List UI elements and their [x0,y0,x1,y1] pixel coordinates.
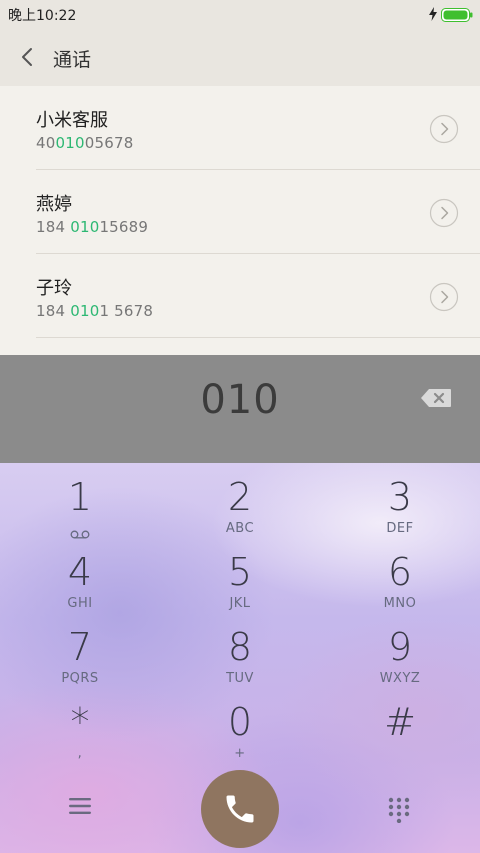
keypad: 1 2 ABC 3 DEF 4 GHI 5 JKL 6 MNO 7 PQRS 8… [0,463,480,853]
contact-number: 184 0101 5678 [36,302,153,320]
chevron-left-icon[interactable] [20,46,34,72]
number-match: 010 [55,134,85,152]
number-match: 010 [70,302,100,320]
key-letters: PQRS [61,671,99,686]
key-digit: 9 [387,625,413,669]
chevron-right-circle-icon[interactable] [429,198,459,232]
dialer-screen: 晚上10:22 通话 小米客服 4001005678 燕婷 184 010156… [0,0,480,853]
contact-name: 燕婷 [36,194,72,215]
key-digit: 6 [387,550,413,594]
dial-input-display: 010 [0,355,480,463]
key-4[interactable]: 4 GHI [0,544,160,618]
lightning-icon [428,6,438,25]
key-digit: 1 [67,475,93,519]
key-digit: 7 [67,625,93,669]
key-digit: 2 [227,475,253,519]
number-match: 010 [70,218,100,236]
key-7[interactable]: 7 PQRS [0,619,160,693]
contact-list: 小米客服 4001005678 燕婷 184 01015689 子玲 184 0… [0,86,480,355]
chevron-right-circle-icon[interactable] [429,114,459,148]
key-digit: * [70,700,90,744]
key-2[interactable]: 2 ABC [160,469,320,543]
chevron-right-circle-icon[interactable] [429,282,459,316]
row-divider [36,337,480,338]
key-letters: , [77,746,83,761]
contact-row[interactable]: 燕婷 184 01015689 [0,170,480,254]
status-bar: 晚上10:22 [0,0,480,28]
contact-row[interactable]: 子玲 184 0101 5678 [0,254,480,338]
number-suffix: 15689 [99,218,149,236]
dialed-number: 010 [200,377,280,423]
key-letters: + [234,746,246,761]
header: 通话 [0,28,480,86]
key-8[interactable]: 8 TUV [160,619,320,693]
number-prefix: 184 [36,302,71,320]
key-letters: WXYZ [379,671,421,686]
call-button[interactable] [201,770,279,848]
key-digit: 0 [227,700,253,744]
contact-number: 4001005678 [36,134,133,152]
key-digit: # [384,700,416,744]
status-time: 晚上10:22 [8,8,77,24]
key-hash[interactable]: # [320,694,480,768]
key-1[interactable]: 1 [0,469,160,543]
number-prefix: 184 [36,218,71,236]
key-digit: 3 [387,475,413,519]
key-letters: ABC [225,521,255,536]
key-5[interactable]: 5 JKL [160,544,320,618]
phone-icon [226,795,254,823]
backspace-icon[interactable] [420,388,452,412]
key-9[interactable]: 9 WXYZ [320,619,480,693]
key-digit: 5 [227,550,253,594]
key-letters: DEF [386,521,414,536]
dialpad-icon[interactable] [388,797,410,827]
voicemail-icon [70,524,90,543]
number-prefix: 40 [36,134,56,152]
contact-name: 小米客服 [36,110,108,131]
key-letters: GHI [67,596,93,611]
page-title: 通话 [53,49,92,71]
contact-number: 184 01015689 [36,218,148,236]
key-letters: JKL [229,596,251,611]
key-star[interactable]: * , [0,694,160,768]
key-letters: MNO [383,596,417,611]
contact-name: 子玲 [36,278,72,299]
contact-row[interactable]: 小米客服 4001005678 [0,86,480,170]
key-0[interactable]: 0 + [160,694,320,768]
key-6[interactable]: 6 MNO [320,544,480,618]
key-3[interactable]: 3 DEF [320,469,480,543]
key-digit: 4 [67,550,93,594]
key-digit: 8 [227,625,253,669]
key-letters: TUV [226,671,254,686]
menu-icon[interactable] [68,797,92,819]
number-suffix: 1 5678 [99,302,154,320]
battery-icon [441,7,473,26]
number-suffix: 05678 [84,134,134,152]
